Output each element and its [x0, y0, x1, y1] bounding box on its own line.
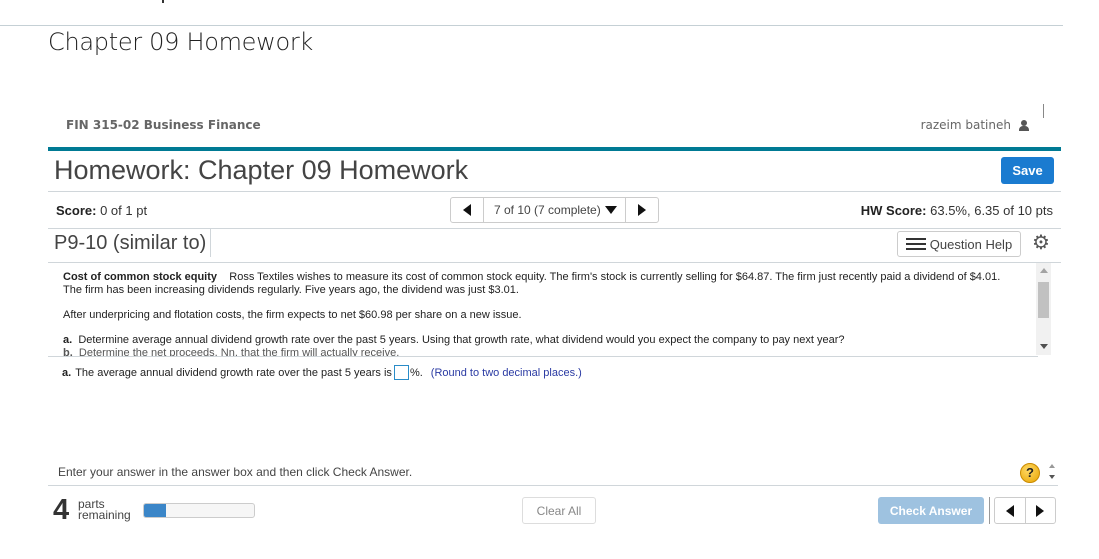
- arrow-right-icon: [1036, 504, 1045, 517]
- scroll-down-icon[interactable]: [1049, 475, 1055, 479]
- check-answer-button[interactable]: Check Answer: [878, 497, 984, 524]
- divider: [989, 497, 990, 524]
- top-link-fragment: [162, 0, 164, 3]
- bottom-question-nav: [994, 497, 1056, 524]
- question-score: Score: 0 of 1 pt: [56, 203, 147, 218]
- question-select-dropdown[interactable]: 7 of 10 (7 complete): [483, 198, 626, 222]
- user-menu[interactable]: razeim batineh: [921, 118, 1029, 132]
- question-navigator: 7 of 10 (7 complete): [450, 197, 659, 223]
- rounding-hint: (Round to two decimal places.): [430, 366, 582, 379]
- divider: [210, 229, 211, 257]
- problem-paragraph: After underpricing and flotation costs, …: [63, 309, 522, 321]
- save-button[interactable]: Save: [1001, 157, 1054, 184]
- divider: [48, 191, 1061, 192]
- problem-statement: Cost of common stock equity Ross Textile…: [54, 263, 1053, 357]
- previous-question-button[interactable]: [451, 198, 483, 222]
- parts-remaining-label: parts remaining: [78, 498, 131, 522]
- question-position: 7 of 10 (7 complete): [494, 203, 601, 217]
- answer-suffix: %.: [409, 366, 423, 379]
- answer-row: a. The average annual dividend growth ra…: [62, 365, 582, 380]
- parts-label-line: remaining: [78, 508, 131, 522]
- divider: [1043, 104, 1044, 118]
- divider: [48, 485, 1058, 486]
- parts-remaining-count: 4: [53, 494, 70, 526]
- part-text: Determine average annual dividend growth…: [78, 334, 845, 346]
- progress-fill: [144, 504, 166, 517]
- question-help-label: Question Help: [929, 236, 1013, 252]
- scroll-thumb[interactable]: [1038, 282, 1049, 318]
- scroll-up-icon[interactable]: [1040, 268, 1048, 273]
- course-name: FIN 315-02 Business Finance: [66, 118, 261, 132]
- user-icon: [1019, 119, 1029, 131]
- arrow-right-icon: [637, 204, 646, 216]
- arrow-left-icon: [1005, 504, 1014, 517]
- problem-scrollbar[interactable]: [1036, 263, 1051, 355]
- next-question-button[interactable]: [626, 198, 658, 222]
- problem-paragraph: Cost of common stock equity Ross Textile…: [63, 271, 1013, 297]
- caret-down-icon: [604, 206, 617, 214]
- list-icon: [905, 238, 926, 250]
- part-label: a.: [63, 334, 73, 346]
- scroll-down-icon[interactable]: [1040, 344, 1048, 349]
- hw-score-label: HW Score:: [860, 203, 927, 218]
- divider: [48, 356, 1038, 357]
- divider: [48, 228, 1061, 229]
- hw-score-value: 63.5%, 6.35 of 10 pts: [930, 203, 1053, 218]
- page-heading: Chapter 09 Homework: [48, 28, 314, 56]
- homework-score: HW Score: 63.5%, 6.35 of 10 pts: [861, 203, 1053, 218]
- problem-part-a: a. Determine average annual dividend gro…: [63, 334, 1013, 347]
- next-question-button[interactable]: [1024, 498, 1056, 523]
- score-value: 0 of 1 pt: [100, 203, 148, 218]
- answer-prompt: The average annual dividend growth rate …: [75, 366, 392, 379]
- arrow-left-icon: [463, 204, 471, 216]
- parts-progress-bar: [143, 503, 255, 518]
- previous-question-button[interactable]: [995, 498, 1025, 523]
- clear-all-button[interactable]: Clear All: [522, 497, 596, 524]
- problem-title: Cost of common stock equity: [63, 271, 218, 283]
- help-icon[interactable]: ?: [1020, 463, 1040, 483]
- user-name: razeim batineh: [920, 118, 1011, 132]
- divider: [0, 25, 1063, 26]
- scroll-up-icon[interactable]: [1049, 464, 1055, 468]
- question-help-button[interactable]: Question Help: [897, 231, 1021, 257]
- score-label: Score:: [56, 203, 97, 218]
- homework-title: Homework: Chapter 09 Homework: [54, 155, 469, 185]
- growth-rate-input[interactable]: [393, 365, 409, 380]
- gear-icon[interactable]: ⚙: [1031, 233, 1051, 253]
- header-accent-bar: [48, 147, 1061, 151]
- answer-part-label: a.: [62, 366, 72, 379]
- instructions: Enter your answer in the answer box and …: [58, 465, 413, 479]
- question-id: P9-10 (similar to): [54, 232, 207, 254]
